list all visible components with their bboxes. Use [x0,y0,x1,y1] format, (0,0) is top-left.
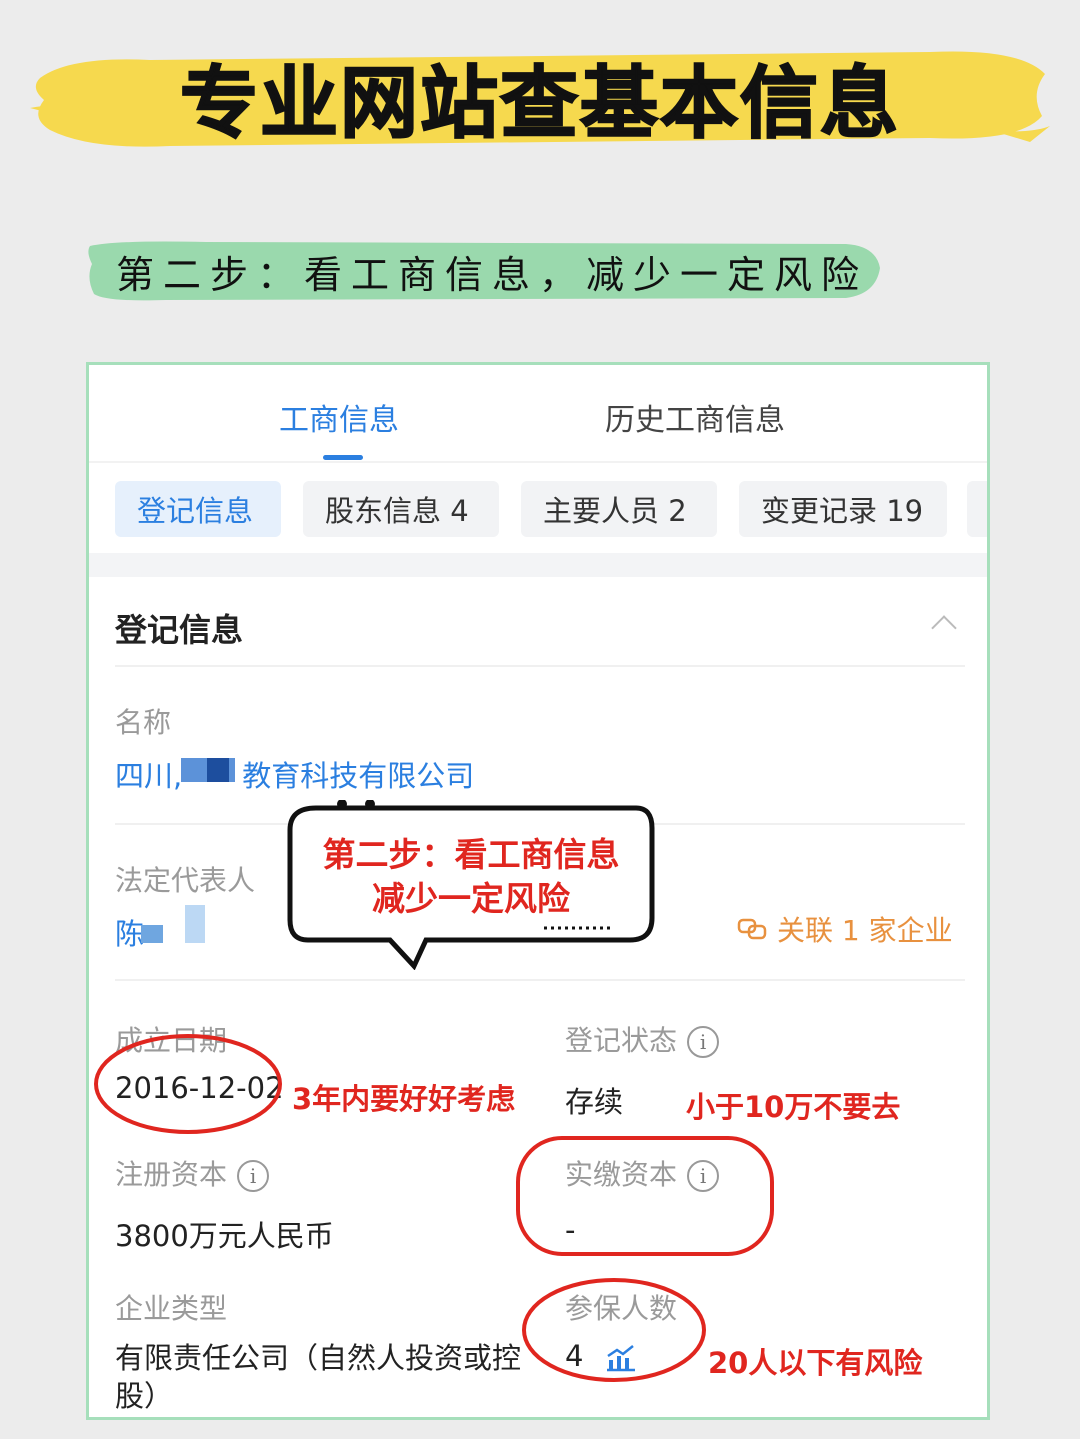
insured-row: 4 [565,1339,639,1374]
company-type-label: 企业类型 [115,1292,228,1325]
redaction-block [141,925,163,943]
status-value: 存续 [565,1085,624,1119]
chip-more[interactable] [967,481,987,537]
info-icon[interactable]: i [687,1160,720,1192]
section-separator [89,553,987,577]
chip-registration-info[interactable]: 登记信息 [115,481,281,537]
paid-capital-value: - [565,1213,576,1247]
chevron-up-icon[interactable] [931,615,957,641]
step-heading: 第二步：看工商信息，减少一定风险 [116,252,869,297]
tab-bar: 工商信息 历史工商信息 [89,365,987,460]
company-name-link[interactable]: 四川, 教育科技有限公司 [115,753,474,795]
name-label: 名称 [115,706,172,739]
founded-note: 3年内要好好考虑 [292,1082,516,1116]
founded-value: 2016-12-02 [115,1071,284,1105]
paid-capital-label: 实缴资本 [565,1158,678,1191]
redaction-block [207,758,229,782]
paid-capital-note: 小于10万不要去 [686,1090,901,1124]
divider [89,461,987,463]
founded-label: 成立日期 [115,1024,228,1057]
paid-capital-label-row: 实缴资本 i [565,1153,720,1193]
info-icon[interactable]: i [687,1026,720,1058]
link-icon [737,918,767,940]
company-name-prefix: 四川, [115,759,183,793]
insured-value: 4 [565,1339,584,1373]
info-icon[interactable]: i [237,1160,270,1192]
speech-bubble: 第二步：看工商信息 减少一定风险 [286,800,656,970]
chip-key-personnel[interactable]: 主要人员 2 [521,481,717,537]
tab-active-indicator [323,455,363,460]
page-title: 专业网站查基本信息 [179,58,900,150]
divider [115,665,965,667]
related-companies-link[interactable]: 关联 1 家企业 [737,909,953,949]
divider [115,979,965,981]
insured-label: 参保人数 [565,1292,678,1325]
legal-rep-label: 法定代表人 [115,864,256,897]
tab-business-info[interactable]: 工商信息 [279,395,399,439]
step-banner: 第二步：看工商信息，减少一定风险 [86,238,882,304]
status-label-row: 登记状态 i [565,1019,720,1059]
reg-capital-label-row: 注册资本 i [115,1153,270,1193]
chip-shareholder-info[interactable]: 股东信息 4 [303,481,499,537]
title-banner: 专业网站查基本信息 [30,38,1050,156]
company-type-value: 有限责任公司（自然人投资或控股） [115,1341,522,1413]
company-name-suffix: 教育科技有限公司 [242,759,475,793]
reg-capital-value: 3800万元人民币 [115,1219,334,1253]
insured-note: 20人以下有风险 [708,1346,923,1380]
reg-capital-label: 注册资本 [115,1158,228,1191]
bubble-line-1: 第二步：看工商信息 [322,835,620,874]
bubble-line-2: 减少一定风险 [372,879,570,918]
related-companies-text: 关联 1 家企业 [777,914,953,947]
redaction-block [185,905,205,943]
chip-change-records[interactable]: 变更记录 19 [739,481,947,537]
section-title: 登记信息 [115,611,244,649]
status-label: 登记状态 [565,1024,678,1057]
trend-chart-icon[interactable] [603,1342,639,1374]
legal-rep-link[interactable]: 陈 [115,911,144,953]
tab-history-business-info[interactable]: 历史工商信息 [605,395,785,439]
